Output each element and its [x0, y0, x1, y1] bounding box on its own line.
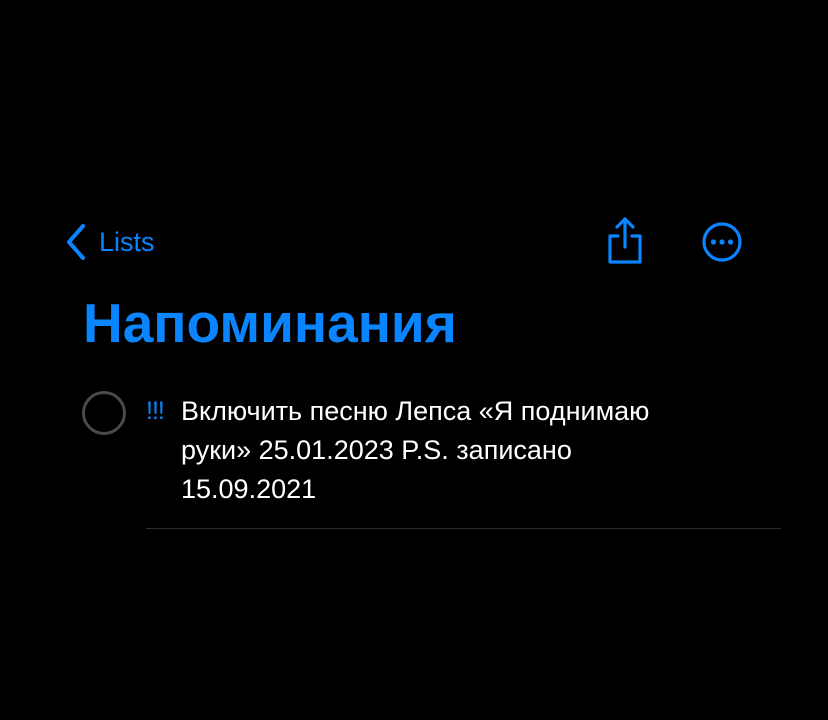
reminder-title-line-2: руки» 25.01.2023 P.S. записано: [181, 435, 572, 465]
share-icon: [604, 216, 646, 266]
row-separator: [146, 528, 781, 529]
back-button-label: Lists: [99, 227, 155, 257]
reminder-title-line-1: Включить песню Лепса «Я поднимаю: [181, 396, 650, 426]
share-button[interactable]: [604, 216, 646, 266]
chevron-left-icon: [66, 224, 86, 260]
back-button[interactable]: Lists: [66, 222, 155, 262]
reminder-title-line-3: 15.09.2021: [181, 474, 317, 504]
page-title: Напоминания: [83, 292, 457, 354]
ellipsis-circle-icon: [701, 221, 743, 263]
reminder-checkbox[interactable]: [82, 391, 126, 435]
priority-indicator: !!!: [146, 397, 165, 425]
reminder-title[interactable]: !!! Включить песню Лепса «Я поднимаю рук…: [146, 392, 756, 509]
more-options-button[interactable]: [701, 221, 743, 263]
reminder-item[interactable]: !!! Включить песню Лепса «Я поднимаю рук…: [0, 388, 828, 530]
